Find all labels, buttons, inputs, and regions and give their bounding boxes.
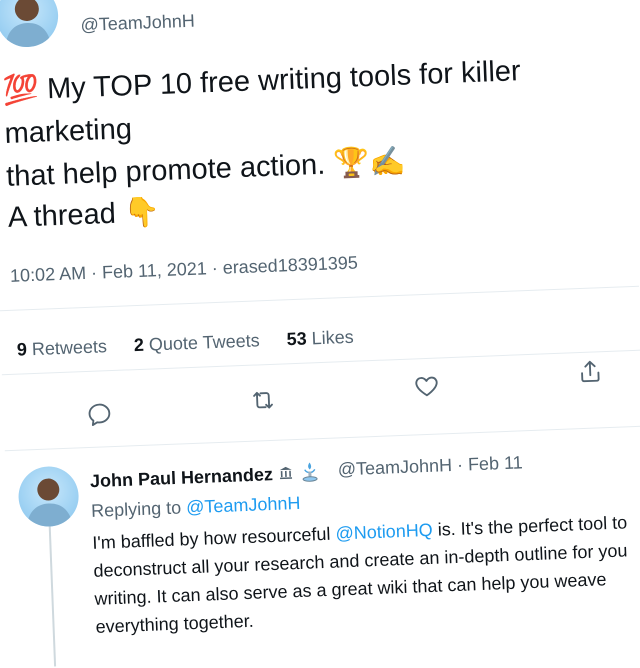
reply-icon <box>88 403 111 426</box>
reply-author-avatar[interactable] <box>17 465 80 528</box>
reply-author-handle-date[interactable]: @TeamJohnH · Feb 11 <box>337 452 523 480</box>
retweet-icon <box>253 391 273 409</box>
tweet-thread-view: @TeamJohnH 💯 My TOP 10 free writing tool… <box>0 0 640 667</box>
retweet-button[interactable] <box>249 386 278 415</box>
quote-tweets-label: Quote Tweets <box>148 330 260 355</box>
thread-connector <box>48 526 57 667</box>
author-avatar[interactable] <box>0 0 60 49</box>
retweets-stat[interactable]: 9 Retweets <box>17 336 108 359</box>
reply-line-1b: is. It's the perfect tool to <box>437 512 628 540</box>
replying-to: Replying to @TeamJohnH <box>91 493 301 522</box>
mention-link[interactable]: @NotionHQ <box>335 520 433 544</box>
divider <box>0 285 639 312</box>
likes-stat[interactable]: 53 Likes <box>286 327 354 350</box>
thread-text: A thread <box>7 197 117 234</box>
tweet-text-line-2: that help promote action. <box>5 148 326 193</box>
fountain-icon <box>298 460 321 488</box>
quote-tweets-count: 2 <box>133 334 145 356</box>
likes-label: Likes <box>311 326 355 349</box>
share-icon <box>581 360 600 383</box>
tweet-metadata[interactable]: 10:02 AM · Feb 11, 2021 · erased18391395 <box>10 253 358 287</box>
bank-icon <box>278 464 295 486</box>
writing-hand-emoji: ✍️ <box>368 145 407 179</box>
quote-tweets-stat[interactable]: 2 Quote Tweets <box>134 330 260 355</box>
like-button[interactable] <box>412 371 441 400</box>
point-down-emoji: 👇 <box>123 196 161 230</box>
replying-prefix: Replying to <box>90 497 182 521</box>
trophy-emoji: 🏆 <box>332 147 370 181</box>
share-button[interactable] <box>576 357 605 386</box>
retweets-count: 9 <box>16 339 28 360</box>
reply-name-text: John Paul Hernandez <box>89 464 274 492</box>
thread-label: A thread 👇 <box>7 192 161 238</box>
hundred-emoji: 💯 <box>2 73 40 107</box>
retweets-label: Retweets <box>31 336 108 360</box>
tweet-stats: 9 Retweets 2 Quote Tweets 53 Likes <box>17 326 376 361</box>
author-handle[interactable]: @TeamJohnH <box>80 11 195 36</box>
replying-handle-link[interactable]: @TeamJohnH <box>186 493 301 517</box>
like-icon <box>415 376 438 397</box>
divider <box>4 425 640 452</box>
tweet-text: 💯 My TOP 10 free writing tools for kille… <box>2 45 640 198</box>
reply-text: I'm baffled by how resourceful @NotionHQ… <box>92 507 640 641</box>
likes-count: 53 <box>286 328 307 350</box>
reply-author-name[interactable]: John Paul Hernandez <box>90 460 322 496</box>
reply-button[interactable] <box>85 400 114 429</box>
tweet-text-line-1: My TOP 10 free writing tools for killer … <box>4 55 522 150</box>
